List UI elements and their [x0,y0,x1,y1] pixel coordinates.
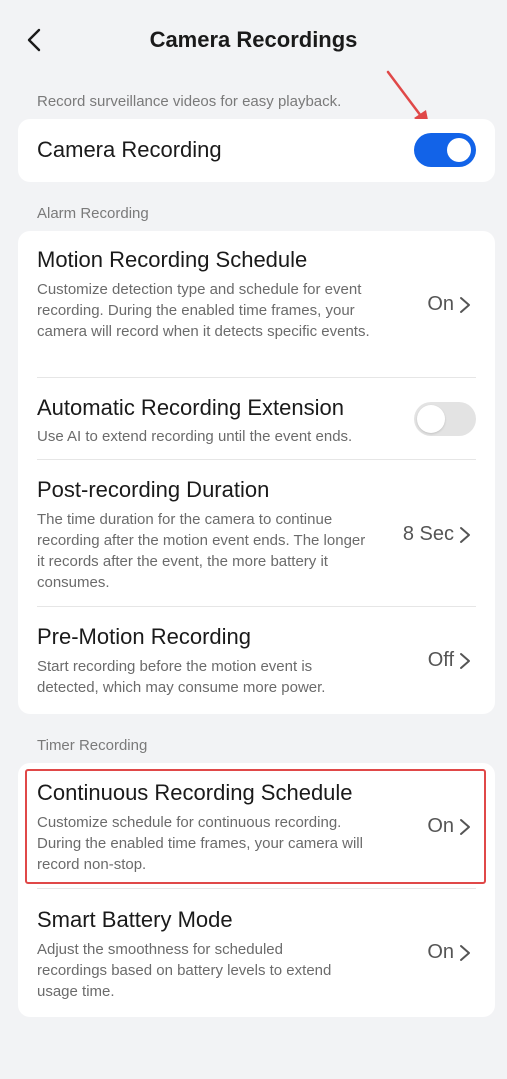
row-title: Pre-Motion Recording [37,624,251,649]
page-title: Camera Recordings [149,27,358,52]
row-value: Off [427,649,454,671]
chevron-right-icon [460,653,470,669]
row-value: 8 Sec [402,523,454,545]
camera-recording-card: Camera Recording [18,119,495,182]
camera-recording-row: Camera Recording [37,119,476,182]
alarm-section-label: Alarm Recording [37,205,149,222]
chevron-right-icon [460,527,470,543]
camera-recording-toggle[interactable] [414,133,476,167]
row-value: On [427,293,454,315]
row-description: Start recording before the motion event … [37,658,326,696]
alarm-recording-card: Motion Recording Schedule Customize dete… [18,231,495,714]
pre-motion-recording-row[interactable]: Pre-Motion Recording Start recording bef… [37,607,476,714]
smart-battery-mode-row[interactable]: Smart Battery Mode Adjust the smoothness… [37,889,476,1017]
timer-recording-card: Continuous Recording Schedule Customize … [18,763,495,1017]
intro-text: Record surveillance videos for easy play… [37,93,342,110]
row-title: Post-recording Duration [37,477,270,502]
chevron-right-icon [460,945,470,961]
row-title: Motion Recording Schedule [37,247,308,272]
row-title: Continuous Recording Schedule [37,780,353,805]
automatic-recording-extension-row: Automatic Recording Extension Use AI to … [37,378,476,460]
toggle-knob [417,405,445,433]
row-value: On [427,815,454,837]
row-title: Automatic Recording Extension [37,395,344,420]
automatic-recording-extension-toggle[interactable] [414,402,476,436]
row-description: Use AI to extend recording until the eve… [37,428,353,445]
chevron-right-icon [460,819,470,835]
camera-recording-label: Camera Recording [37,137,222,162]
toggle-knob [447,138,471,162]
row-title: Smart Battery Mode [37,907,233,932]
row-value: On [427,941,454,963]
row-description: Customize detection type and schedule fo… [37,281,370,340]
post-recording-duration-row[interactable]: Post-recording Duration The time duratio… [37,460,476,607]
row-description: Adjust the smoothness for scheduled reco… [37,941,332,1000]
header: Camera Recordings [0,0,507,82]
chevron-right-icon [460,297,470,313]
timer-section-label: Timer Recording [37,737,148,754]
continuous-recording-schedule-row[interactable]: Continuous Recording Schedule Customize … [37,763,476,889]
motion-recording-schedule-row[interactable]: Motion Recording Schedule Customize dete… [37,231,476,378]
row-description: Customize schedule for continuous record… [37,814,363,873]
row-description: The time duration for the camera to cont… [37,511,366,591]
